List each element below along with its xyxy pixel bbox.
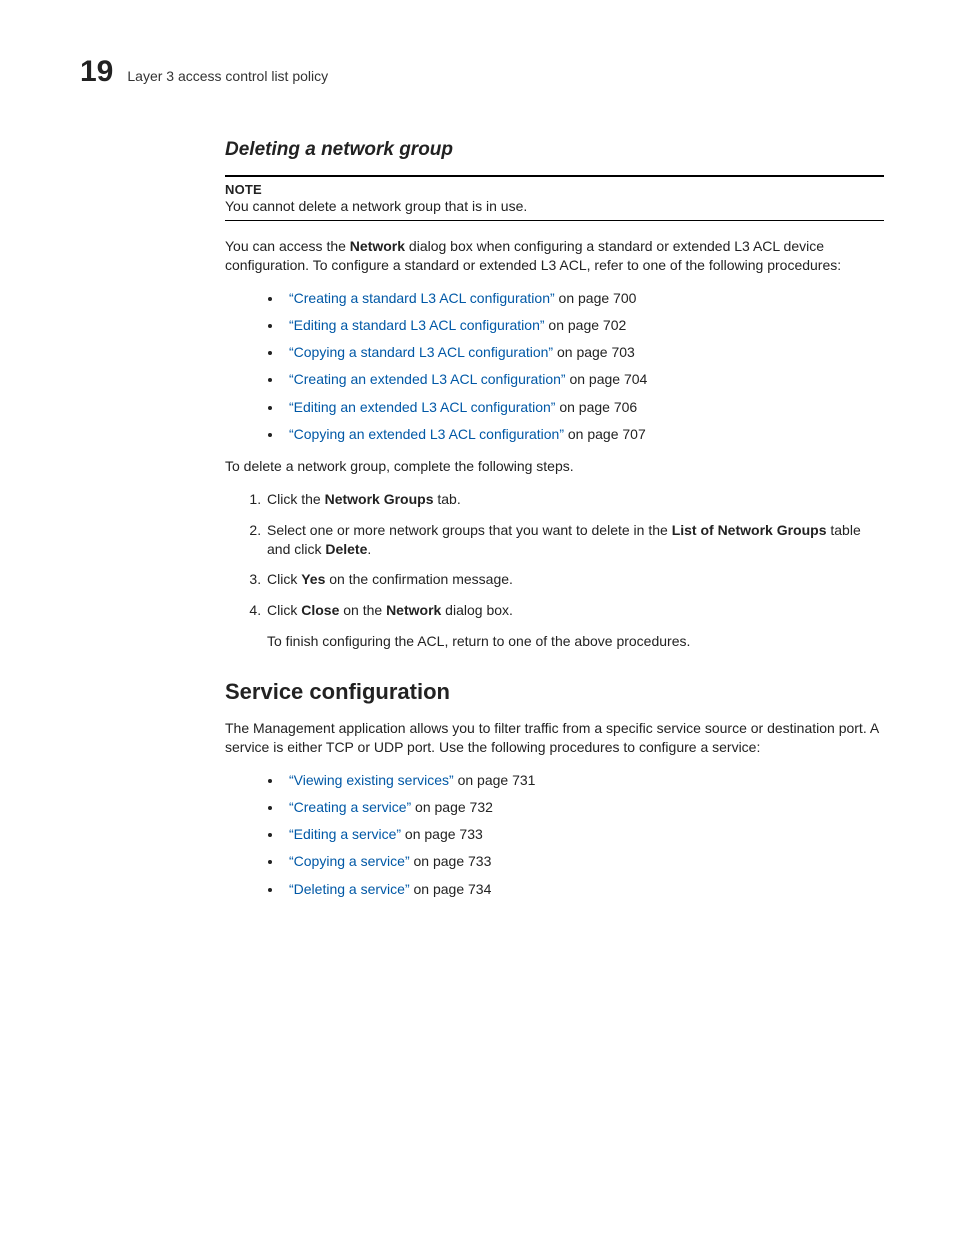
text: . — [367, 541, 371, 557]
xref-link[interactable]: “Editing a standard L3 ACL configuration… — [289, 317, 545, 333]
step-item: Click Yes on the confirmation message. — [265, 570, 884, 589]
service-links-list: “Viewing existing services” on page 731 … — [225, 771, 884, 898]
xref-link[interactable]: “Copying a service” — [289, 853, 410, 869]
bold-term: Close — [301, 602, 339, 618]
page-ref: on page 731 — [454, 772, 536, 788]
xref-link[interactable]: “Deleting a service” — [289, 881, 410, 897]
intro-paragraph: You can access the Network dialog box wh… — [225, 237, 884, 275]
page-ref: on page 733 — [401, 826, 483, 842]
page-ref: on page 707 — [564, 426, 646, 442]
bold-term: Network — [386, 602, 441, 618]
list-item: “Copying an extended L3 ACL configuratio… — [283, 425, 884, 443]
note-text: You cannot delete a network group that i… — [225, 198, 884, 214]
list-item: “Editing a standard L3 ACL configuration… — [283, 316, 884, 334]
procedure-links-list: “Creating a standard L3 ACL configuratio… — [225, 289, 884, 443]
text: Click — [267, 571, 301, 587]
steps-list: Click the Network Groups tab. Select one… — [225, 490, 884, 651]
page-ref: on page 734 — [410, 881, 492, 897]
text: You can access the — [225, 238, 350, 254]
page: 19 Layer 3 access control list policy De… — [0, 0, 954, 1235]
step-item: Click the Network Groups tab. — [265, 490, 884, 509]
xref-link[interactable]: “Editing an extended L3 ACL configuratio… — [289, 399, 555, 415]
list-item: “Editing a service” on page 733 — [283, 825, 884, 843]
xref-link[interactable]: “Editing a service” — [289, 826, 401, 842]
xref-link[interactable]: “Creating an extended L3 ACL configurati… — [289, 371, 566, 387]
bold-term: Network — [350, 238, 405, 254]
running-title: Layer 3 access control list policy — [127, 68, 328, 84]
page-ref: on page 704 — [566, 371, 648, 387]
running-header: 19 Layer 3 access control list policy — [80, 55, 884, 89]
list-item: “Copying a standard L3 ACL configuration… — [283, 343, 884, 361]
text: tab. — [433, 491, 460, 507]
bold-term: Network Groups — [325, 491, 434, 507]
note-label: NOTE — [225, 182, 884, 197]
page-ref: on page 733 — [410, 853, 492, 869]
text: Click the — [267, 491, 325, 507]
step-item: Select one or more network groups that y… — [265, 521, 884, 559]
step-item: Click Close on the Network dialog box. T… — [265, 601, 884, 651]
chapter-number: 19 — [80, 55, 113, 89]
list-item: “Creating an extended L3 ACL configurati… — [283, 370, 884, 388]
list-item: “Editing an extended L3 ACL configuratio… — [283, 398, 884, 416]
intro-paragraph: The Management application allows you to… — [225, 719, 884, 757]
list-item: “Viewing existing services” on page 731 — [283, 771, 884, 789]
page-ref: on page 700 — [555, 290, 637, 306]
note-box: NOTE You cannot delete a network group t… — [225, 175, 884, 221]
xref-link[interactable]: “Viewing existing services” — [289, 772, 454, 788]
text: dialog box. — [441, 602, 513, 618]
list-item: “Creating a service” on page 732 — [283, 798, 884, 816]
list-item: “Creating a standard L3 ACL configuratio… — [283, 289, 884, 307]
xref-link[interactable]: “Creating a service” — [289, 799, 411, 815]
page-ref: on page 732 — [411, 799, 493, 815]
bold-term: Delete — [325, 541, 367, 557]
section-heading-deleting: Deleting a network group — [225, 139, 884, 161]
text: Click — [267, 602, 301, 618]
list-item: “Deleting a service” on page 734 — [283, 880, 884, 898]
bold-term: Yes — [301, 571, 325, 587]
text: Select one or more network groups that y… — [267, 522, 672, 538]
xref-link[interactable]: “Copying a standard L3 ACL configuration… — [289, 344, 553, 360]
bold-term: List of Network Groups — [672, 522, 827, 538]
page-ref: on page 703 — [553, 344, 635, 360]
section-heading-service: Service configuration — [225, 679, 884, 705]
xref-link[interactable]: “Creating a standard L3 ACL configuratio… — [289, 290, 555, 306]
content-body: Deleting a network group NOTE You cannot… — [225, 139, 884, 898]
step-subtext: To finish configuring the ACL, return to… — [267, 632, 884, 651]
xref-link[interactable]: “Copying an extended L3 ACL configuratio… — [289, 426, 564, 442]
list-item: “Copying a service” on page 733 — [283, 852, 884, 870]
lead-in-text: To delete a network group, complete the … — [225, 457, 884, 476]
page-ref: on page 702 — [545, 317, 627, 333]
text: on the — [339, 602, 386, 618]
text: on the confirmation message. — [325, 571, 513, 587]
page-ref: on page 706 — [555, 399, 637, 415]
